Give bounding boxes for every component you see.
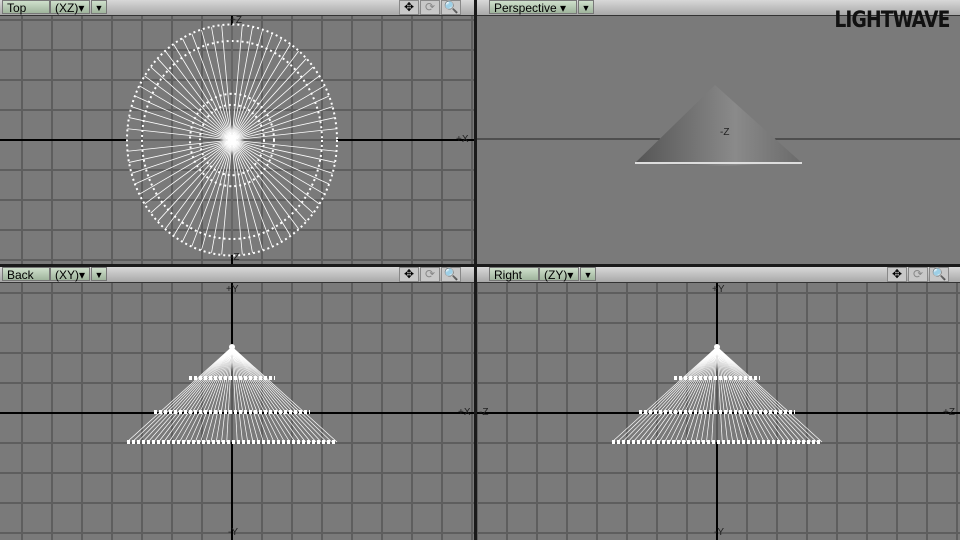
wire-spoke — [231, 50, 299, 141]
axis-label-down: -Y — [714, 527, 724, 538]
wire-edge — [231, 346, 280, 443]
wire-edge — [231, 346, 327, 443]
view-mode: (ZY) — [544, 268, 568, 282]
view-mode-dropdown[interactable]: (XZ)▾ — [50, 0, 90, 15]
wire-edge — [231, 346, 312, 443]
wire-edge — [622, 346, 718, 443]
options-dropdown[interactable]: ▼ — [91, 267, 107, 281]
view-mode-dropdown[interactable]: (ZY)▾ — [539, 267, 579, 282]
wire-edge — [152, 346, 233, 443]
wire-edge — [716, 346, 797, 443]
viewport-perspective[interactable]: Perspective ▾ ▼ -Z — [477, 0, 960, 264]
viewport-back[interactable]: Back (XY)▾ ▼ ✥ ⟳ 🔍 +Y +X -Y — [0, 267, 474, 540]
wire-edge — [231, 346, 275, 443]
options-dropdown[interactable]: ▼ — [578, 0, 594, 14]
viewport-top[interactable]: Top (XZ)▾ ▼ ✥ ⟳ 🔍 +Z +X -Z — [0, 0, 474, 264]
view-name-dropdown[interactable]: Perspective ▾ — [489, 0, 577, 15]
axis-label-right: +Z — [943, 407, 955, 418]
view-name[interactable]: Back — [2, 267, 50, 282]
wire-edge — [231, 346, 317, 443]
wire-edge — [716, 346, 802, 443]
apex-vertex — [714, 344, 720, 350]
wire-spoke — [150, 66, 233, 141]
wire-edge — [669, 346, 718, 443]
wire-edge — [643, 346, 718, 443]
rotate-icon[interactable]: ⟳ — [420, 0, 440, 15]
wire-edge — [716, 346, 765, 443]
view-name: Perspective — [494, 1, 557, 15]
axis-label-up: +Y — [226, 284, 239, 295]
options-dropdown[interactable]: ▼ — [580, 267, 596, 281]
move-icon[interactable]: ✥ — [399, 0, 419, 15]
viewport-right[interactable]: Right (ZY)▾ ▼ ✥ ⟳ 🔍 +Y -Z +Z -Y — [477, 267, 960, 540]
axis-label-left: -Z — [479, 407, 489, 418]
wire-spoke — [165, 139, 233, 230]
axis-label-center: -Z — [720, 127, 730, 138]
zoom-icon[interactable]: 🔍 — [441, 0, 461, 15]
apex-vertex — [229, 344, 235, 350]
wire-spoke — [150, 139, 233, 214]
axis-label-up: +Y — [712, 284, 725, 295]
right-view-canvas — [477, 283, 960, 540]
cone-shape — [635, 85, 802, 166]
options-dropdown[interactable]: ▼ — [91, 0, 107, 14]
viewport-header: Back (XY)▾ ▼ ✥ ⟳ 🔍 — [0, 267, 474, 283]
wire-edge — [674, 346, 718, 443]
top-view-canvas — [0, 16, 474, 264]
wire-edge — [137, 346, 233, 443]
zoom-icon[interactable]: 🔍 — [929, 267, 949, 282]
move-icon[interactable]: ✥ — [399, 267, 419, 282]
wire-edge — [231, 346, 306, 443]
viewport-header: Top (XZ)▾ ▼ ✥ ⟳ 🔍 — [0, 0, 474, 16]
move-icon[interactable]: ✥ — [887, 267, 907, 282]
wire-edge — [231, 346, 332, 443]
view-mode: (XY) — [55, 268, 79, 282]
wire-edge — [617, 346, 718, 443]
wire-edge — [189, 346, 233, 443]
wire-spoke — [165, 50, 233, 141]
axis-label-down: -Y — [228, 527, 238, 538]
back-view-canvas — [0, 283, 474, 540]
wire-edge — [132, 346, 233, 443]
axis-label-right: +X — [458, 407, 471, 418]
wire-edge — [716, 346, 812, 443]
viewport-header: Right (ZY)▾ ▼ ✥ ⟳ 🔍 — [477, 267, 960, 283]
axis-label-down: -Z — [230, 252, 240, 263]
wire-spoke — [231, 139, 299, 230]
axis-label-right: +X — [456, 134, 469, 145]
view-mode: (XZ) — [55, 1, 79, 15]
view-name[interactable]: Right — [489, 267, 539, 282]
rotate-icon[interactable]: ⟳ — [908, 267, 928, 282]
zoom-icon[interactable]: 🔍 — [441, 267, 461, 282]
view-mode-dropdown[interactable]: (XY)▾ — [50, 267, 90, 282]
wire-edge — [637, 346, 718, 443]
wire-edge — [147, 346, 233, 443]
wire-edge — [632, 346, 718, 443]
wire-edge — [158, 346, 233, 443]
view-name[interactable]: Top — [2, 0, 50, 15]
perspective-canvas — [477, 85, 960, 166]
wire-edge — [716, 346, 817, 443]
rotate-icon[interactable]: ⟳ — [420, 267, 440, 282]
wire-edge — [716, 346, 760, 443]
lightwave-logo: LIGHTWAVE — [834, 8, 951, 33]
wire-edge — [184, 346, 233, 443]
axis-label-up: +Z — [230, 15, 242, 26]
wire-edge — [716, 346, 791, 443]
